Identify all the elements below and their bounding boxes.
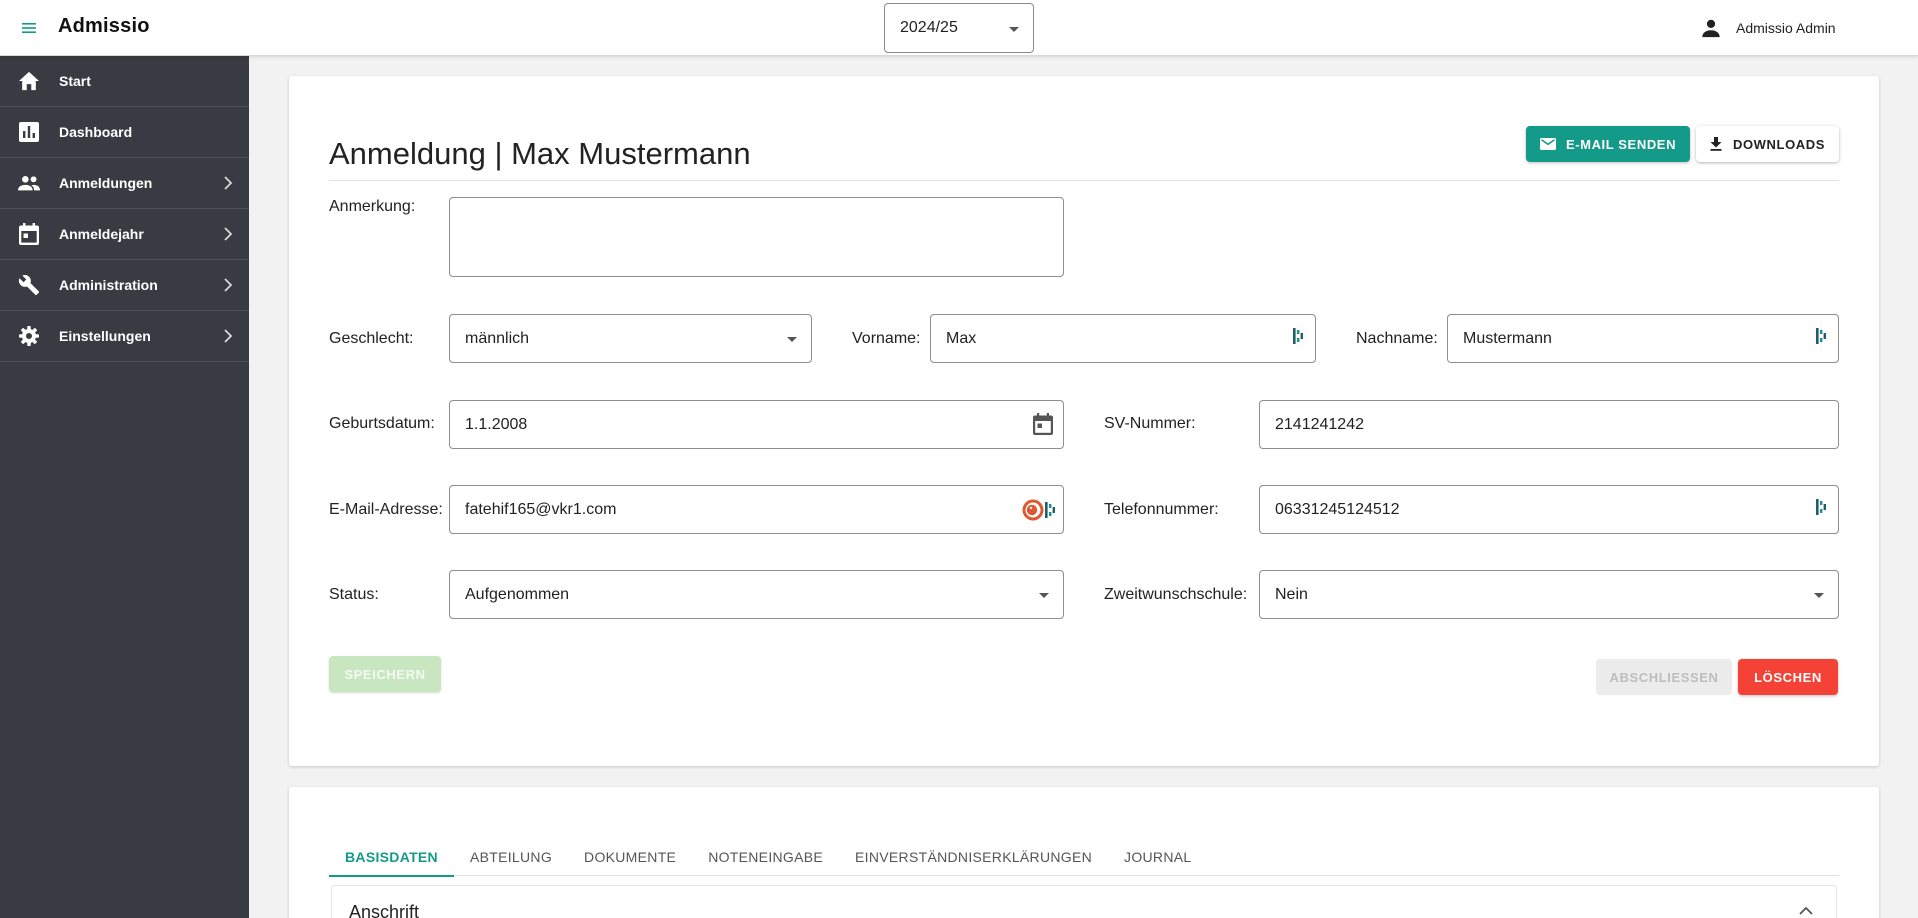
- sidebar-item-anmeldejahr[interactable]: Anmeldejahr: [0, 209, 249, 260]
- ssn-field[interactable]: 2141241242: [1259, 400, 1839, 449]
- sidebar-item-start[interactable]: Start: [0, 56, 249, 107]
- school-year-select[interactable]: 2024/25: [884, 3, 1034, 53]
- top-app-bar: Admissio 2024/25 Admissio Admin: [0, 0, 1918, 56]
- remark-label: Anmerkung:: [329, 198, 416, 215]
- gender-select[interactable]: männlich: [449, 314, 812, 363]
- lastname-value: Mustermann: [1463, 329, 1552, 347]
- status-select[interactable]: Aufgenommen: [449, 570, 1064, 619]
- user-menu[interactable]: Admissio Admin: [1700, 16, 1836, 40]
- calendar-picker-icon[interactable]: [1033, 413, 1053, 435]
- password-manager-icon[interactable]: [1293, 328, 1305, 344]
- caret-down-icon: [1039, 593, 1049, 598]
- gender-value: männlich: [465, 329, 530, 347]
- tab-noteneingabe[interactable]: NOTENEINGABE: [692, 838, 839, 876]
- email-field[interactable]: fatehif165@vkr1.com: [449, 485, 1064, 534]
- finish-button[interactable]: ABSCHLIESSEN: [1596, 659, 1732, 695]
- app-title: Admissio: [58, 15, 150, 37]
- caret-down-icon: [1009, 27, 1019, 32]
- firstname-label: Vorname:: [852, 330, 921, 347]
- save-button[interactable]: SPEICHERN: [329, 656, 441, 692]
- email-value: fatehif165@vkr1.com: [465, 500, 617, 518]
- page-title: Anmeldung | Max Mustermann: [329, 136, 751, 171]
- password-manager-icon[interactable]: [1045, 502, 1057, 518]
- user-name: Admissio Admin: [1736, 20, 1836, 36]
- sidebar-item-administration[interactable]: Administration: [0, 260, 249, 311]
- chevron-right-icon: [224, 227, 233, 241]
- phone-field[interactable]: 06331245124512: [1259, 485, 1839, 534]
- tab-basisdaten[interactable]: BASISDATEN: [329, 838, 454, 877]
- caret-down-icon: [1814, 593, 1824, 598]
- duckduckgo-icon[interactable]: [1022, 499, 1044, 521]
- wrench-icon: [18, 274, 40, 296]
- sidebar-item-label: Administration: [59, 277, 158, 293]
- gear-icon: [18, 325, 40, 347]
- people-icon: [18, 172, 40, 194]
- tab-dokumente[interactable]: DOKUMENTE: [568, 838, 692, 876]
- chevron-up-icon: [1799, 906, 1813, 915]
- ssn-label: SV-Nummer:: [1104, 415, 1196, 432]
- chevron-right-icon: [224, 176, 233, 190]
- lastname-field[interactable]: Mustermann: [1447, 314, 1839, 363]
- downloads-button[interactable]: DOWNLOADS: [1696, 126, 1839, 162]
- send-email-label: E-MAIL SENDEN: [1565, 136, 1677, 152]
- second-choice-select[interactable]: Nein: [1259, 570, 1839, 619]
- phone-value: 06331245124512: [1275, 500, 1400, 518]
- title-divider: [329, 180, 1839, 181]
- sidebar-item-label: Einstellungen: [59, 328, 151, 344]
- chevron-right-icon: [224, 329, 233, 343]
- tab-einverstaendniserklaerungen[interactable]: EINVERSTÄNDNISERKLÄRUNGEN: [839, 838, 1108, 876]
- sidebar-item-einstellungen[interactable]: Einstellungen: [0, 311, 249, 362]
- password-manager-icon[interactable]: [1816, 328, 1828, 344]
- birthdate-label: Geburtsdatum:: [329, 415, 435, 432]
- download-icon: [1710, 137, 1722, 151]
- firstname-value: Max: [946, 329, 977, 347]
- home-icon: [18, 70, 40, 92]
- sidebar-item-dashboard[interactable]: Dashboard: [0, 107, 249, 158]
- section-anschrift-header[interactable]: Anschrift: [331, 885, 1837, 918]
- school-year-value: 2024/25: [900, 19, 958, 36]
- mail-icon: [1539, 138, 1556, 150]
- password-manager-icon[interactable]: [1816, 499, 1828, 515]
- menu-icon[interactable]: [18, 18, 40, 38]
- chevron-right-icon: [224, 278, 233, 292]
- account-icon: [1702, 19, 1720, 38]
- email-label: E-Mail-Adresse:: [329, 501, 443, 518]
- section-title: Anschrift: [349, 902, 420, 918]
- sidebar-item-label: Dashboard: [59, 124, 133, 140]
- tab-abteilung[interactable]: ABTEILUNG: [454, 838, 568, 876]
- autofill-icons: [1022, 499, 1057, 521]
- remark-textarea[interactable]: [449, 197, 1064, 277]
- lastname-label: Nachname:: [1356, 330, 1438, 347]
- tab-journal[interactable]: JOURNAL: [1108, 838, 1207, 876]
- status-label: Status:: [329, 586, 379, 603]
- status-value: Aufgenommen: [465, 585, 570, 603]
- phone-label: Telefonnummer:: [1104, 501, 1219, 518]
- sidebar-item-anmeldungen[interactable]: Anmeldungen: [0, 158, 249, 209]
- downloads-label: DOWNLOADS: [1732, 136, 1826, 152]
- second-choice-value: Nein: [1275, 585, 1308, 603]
- gender-label: Geschlecht:: [329, 330, 414, 347]
- birthdate-value: 1.1.2008: [465, 415, 528, 433]
- calendar-icon: [18, 223, 40, 245]
- ssn-value: 2141241242: [1275, 415, 1364, 433]
- caret-down-icon: [787, 337, 797, 342]
- second-choice-label: Zweitwunschschule:: [1104, 586, 1248, 603]
- details-tabs: BASISDATEN ABTEILUNG DOKUMENTE NOTENEING…: [329, 838, 1839, 877]
- send-email-button[interactable]: E-MAIL SENDEN: [1526, 126, 1690, 162]
- sidebar-item-label: Anmeldungen: [59, 175, 153, 191]
- sidebar-item-label: Anmeldejahr: [59, 226, 144, 242]
- delete-button[interactable]: LÖSCHEN: [1738, 659, 1838, 695]
- firstname-field[interactable]: Max: [930, 314, 1316, 363]
- birthdate-field[interactable]: 1.1.2008: [449, 400, 1064, 449]
- sidebar: Start Dashboard Anmeldungen Anmeldejahr …: [0, 56, 249, 918]
- bar-chart-icon: [18, 121, 40, 143]
- sidebar-item-label: Start: [59, 73, 91, 89]
